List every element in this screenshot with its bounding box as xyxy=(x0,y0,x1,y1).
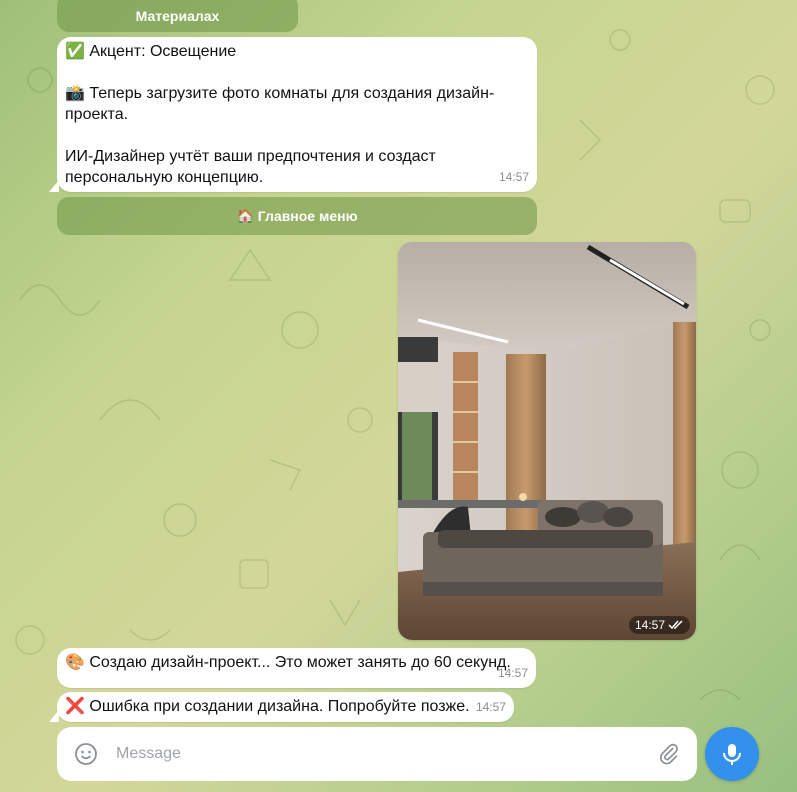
message-text: 🎨 Создаю дизайн-проект... Это может заня… xyxy=(65,654,511,671)
photo-timestamp: 14:57 xyxy=(628,616,690,634)
bedroom-photo-image xyxy=(398,242,696,640)
photo-time: 14:57 xyxy=(634,618,665,632)
keyboard-button-materials[interactable]: Материалах xyxy=(57,0,298,32)
emoji-button[interactable] xyxy=(72,740,100,768)
message-input[interactable] xyxy=(114,744,655,764)
voice-record-button[interactable] xyxy=(705,727,759,781)
message-text: ✅ Акцент: Освещение 📸 Теперь загрузите ф… xyxy=(65,43,495,186)
bubble-tail xyxy=(49,180,59,192)
message-time: 14:57 xyxy=(475,700,506,714)
message-text: ❌ Ошибка при создании дизайна. Попробуйт… xyxy=(65,698,470,715)
message-composer xyxy=(57,727,697,781)
attach-button[interactable] xyxy=(655,740,683,768)
paperclip-icon xyxy=(659,743,678,765)
keyboard-button-main-menu[interactable]: 🏠 Главное меню xyxy=(57,197,537,235)
emoji-icon xyxy=(75,743,97,765)
message-bubble: ✅ Акцент: Освещение 📸 Теперь загрузите ф… xyxy=(49,37,537,192)
sent-photo[interactable]: 14:57 xyxy=(398,242,696,640)
keyboard-button-label: Материалах xyxy=(135,8,220,24)
double-check-icon xyxy=(668,620,683,630)
message-time: 14:57 xyxy=(498,170,529,184)
keyboard-button-label: 🏠 Главное меню xyxy=(236,207,358,224)
message-time: 14:57 xyxy=(497,666,528,680)
bubble-tail xyxy=(49,710,59,722)
microphone-icon xyxy=(723,744,741,765)
message-bubble: ❌ Ошибка при создании дизайна. Попробуйт… xyxy=(49,692,514,722)
message-bubble: 🎨 Создаю дизайн-проект... Это может заня… xyxy=(57,648,536,688)
